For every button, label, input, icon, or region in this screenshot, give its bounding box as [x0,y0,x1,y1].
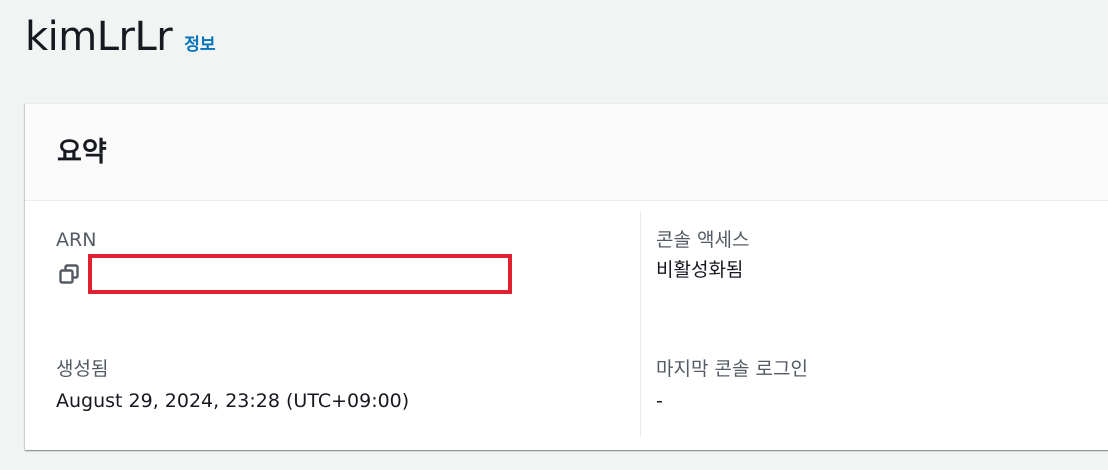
created-label: 생성됨 [56,358,109,380]
page-header: kimLrLr 정보 [25,14,215,60]
created-field: 생성됨 August 29, 2024, 23:28 (UTC+09:00) [56,357,409,413]
copy-icon[interactable] [56,261,82,287]
console-access-value: 비활성화됨 [656,259,744,281]
summary-title: 요약 [57,137,107,168]
last-console-login-field: 마지막 콘솔 로그인 - [656,357,808,413]
last-console-login-value: - [656,390,663,412]
console-access-field: 콘솔 액세스 비활성화됨 [656,228,749,282]
summary-card: 요약 ARN 콘솔 액세스 비활성화됨 생성됨 August 29, 2024,… [25,103,1108,450]
console-access-label: 콘솔 액세스 [656,229,750,251]
column-divider [640,211,641,437]
info-link[interactable]: 정보 [184,30,215,55]
summary-card-header: 요약 [25,104,1108,201]
last-console-login-label: 마지막 콘솔 로그인 [656,358,808,380]
arn-label: ARN [56,229,97,251]
arn-value-row [56,254,512,294]
arn-redacted-value [88,254,512,294]
created-value: August 29, 2024, 23:28 (UTC+09:00) [56,390,410,412]
page-title: kimLrLr [25,14,173,60]
arn-field: ARN [56,228,512,294]
